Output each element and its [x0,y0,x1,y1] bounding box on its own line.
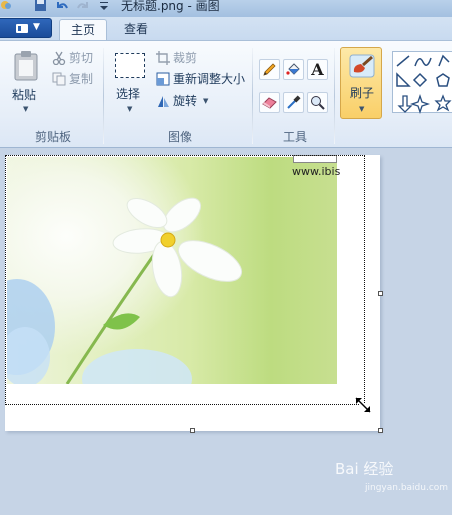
resize-icon [156,72,170,86]
paint-menu-button[interactable]: ▼ [0,18,52,38]
resize-handle-right[interactable] [378,291,383,296]
shapes-gallery[interactable] [392,51,452,115]
crop-button[interactable]: 裁剪 [173,51,197,65]
brushes-label: 刷子 [350,86,375,100]
select-icon[interactable] [115,53,145,78]
text-icon[interactable]: A [307,59,328,80]
copy-button[interactable]: 复制 [69,72,93,86]
undo-icon[interactable] [55,0,69,12]
tools-group-label: 工具 [282,130,307,144]
customize-toolbar-icon[interactable] [97,0,111,12]
chevron-down-icon: ▼ [33,22,40,32]
shapes-icon [396,54,452,115]
redo-icon[interactable] [76,0,90,12]
tab-view[interactable]: 查看 [112,19,160,40]
brushes-button[interactable]: 刷子 ▼ [340,47,382,119]
tab-home[interactable]: 主页 [59,19,107,40]
brush-icon [349,54,375,78]
select-dropdown-icon[interactable]: ▼ [127,105,132,113]
watermark-text: Bai 经验 [335,460,394,478]
copy-icon [52,72,66,86]
menu-icon [16,24,28,33]
rotate-button[interactable]: 旋转 [173,94,197,108]
watermark-subtext: jingyan.baidu.com [365,483,449,493]
select-button[interactable]: 选择 [116,87,140,101]
selection-rectangle[interactable] [5,155,365,405]
paste-icon[interactable] [13,50,41,82]
cut-button[interactable]: 剪切 [69,51,93,65]
save-icon[interactable] [34,0,48,12]
clipboard-group-label: 剪贴板 [34,130,71,144]
title-bar: 无标题.png - 画图 [0,0,452,17]
app-icon [1,1,11,9]
resize-cursor-icon [354,396,372,414]
rotate-dropdown-icon[interactable]: ▼ [203,97,208,105]
paste-dropdown-icon[interactable]: ▼ [23,105,28,113]
brushes-dropdown-icon: ▼ [359,105,365,113]
resize-button[interactable]: 重新调整大小 [173,72,245,86]
resize-handle-corner[interactable] [378,428,383,433]
crop-icon [156,51,170,65]
fill-icon[interactable] [283,59,304,80]
ribbon-separator [252,48,253,144]
rotate-icon [158,96,169,107]
pencil-icon[interactable] [259,59,280,80]
magnifier-icon[interactable] [307,92,328,113]
ribbon-separator [103,48,104,144]
eraser-icon[interactable] [259,92,280,113]
color-picker-icon[interactable] [283,92,304,113]
window-title: 无标题.png - 画图 [121,0,220,13]
cut-icon [52,51,66,65]
ribbon-separator [334,48,335,144]
image-group-label: 图像 [167,130,192,144]
paste-button[interactable]: 粘贴 [12,88,36,102]
resize-handle-bottom[interactable] [190,428,195,433]
